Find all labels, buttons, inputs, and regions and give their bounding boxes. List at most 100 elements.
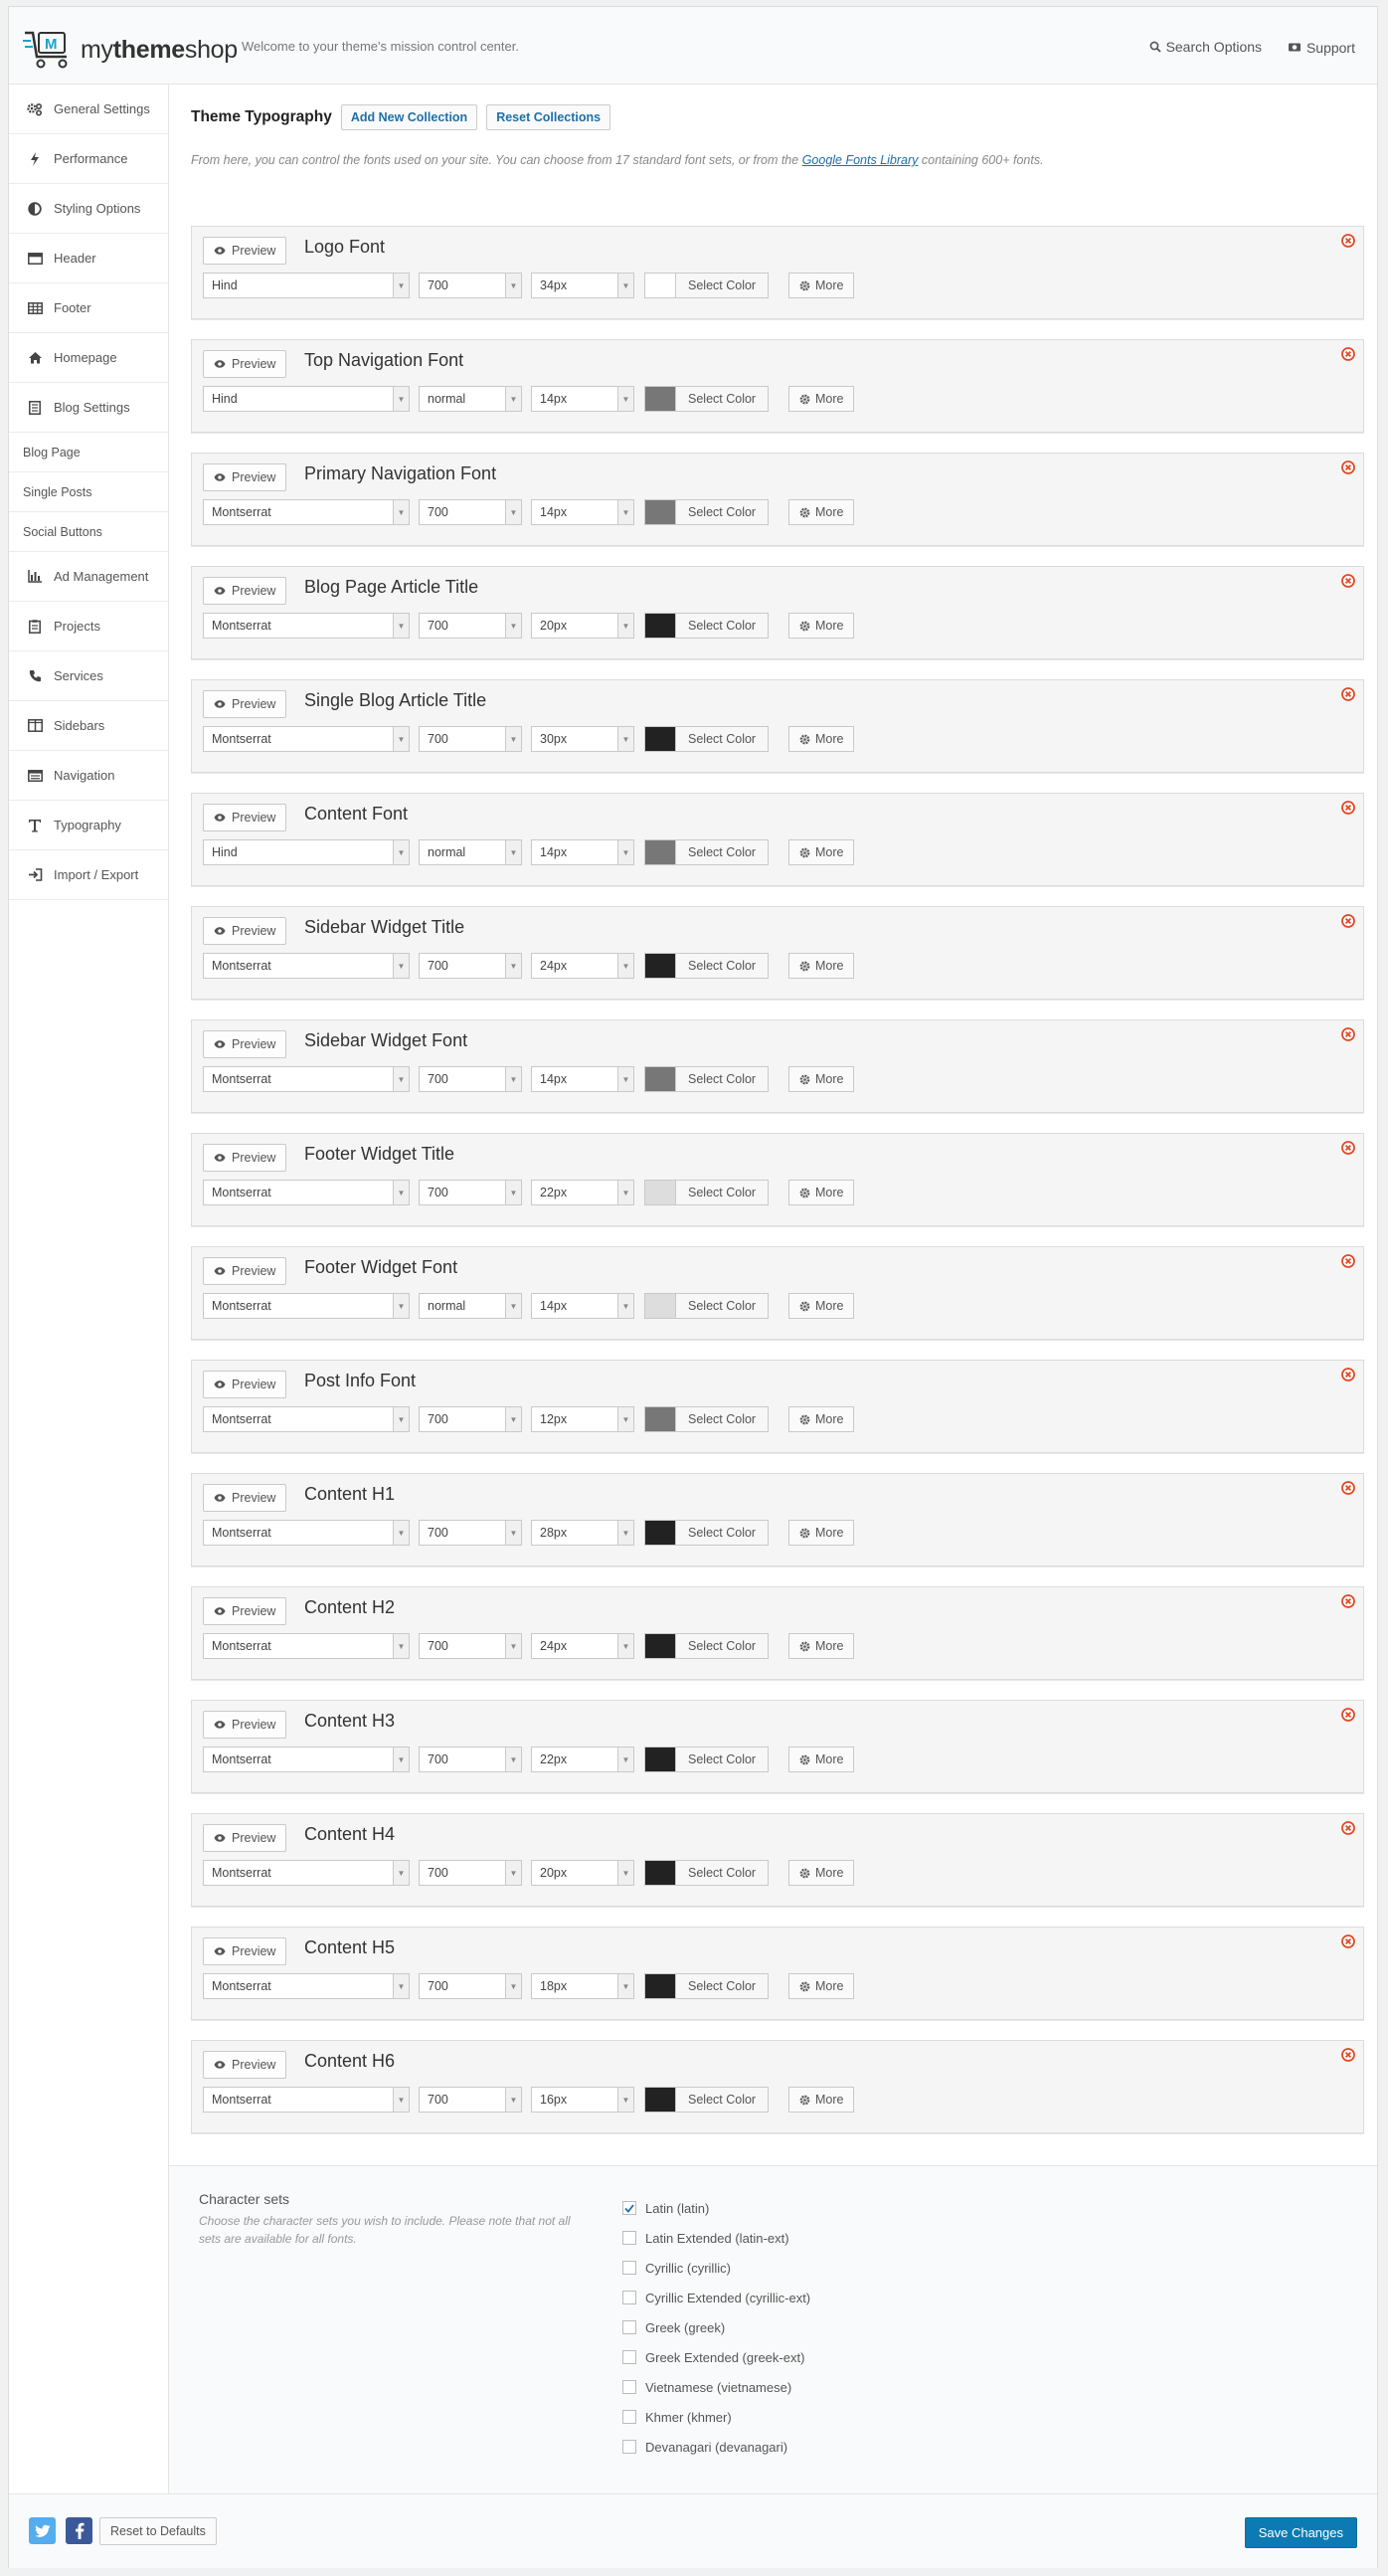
font-size-select[interactable]: 24px ▼	[531, 953, 634, 979]
font-family-select[interactable]: Hind ▼	[203, 839, 410, 865]
preview-button[interactable]: Preview	[203, 237, 287, 265]
color-swatch[interactable]	[645, 500, 676, 524]
brand-logo[interactable]: M mythemeshop	[23, 27, 238, 71]
preview-button[interactable]: Preview	[203, 1937, 287, 1965]
font-weight-select[interactable]: 700 ▼	[419, 499, 522, 525]
font-family-select[interactable]: Montserrat ▼	[203, 953, 410, 979]
sidebar-item-single-posts[interactable]: Single Posts	[9, 472, 168, 512]
font-size-select[interactable]: 20px ▼	[531, 1860, 634, 1886]
color-picker[interactable]: Select Color	[644, 2087, 770, 2113]
font-family-select[interactable]: Montserrat ▼	[203, 1406, 410, 1432]
font-weight-select[interactable]: 700 ▼	[419, 2087, 522, 2113]
font-weight-select[interactable]: normal ▼	[419, 386, 522, 412]
checkbox[interactable]	[622, 2380, 636, 2394]
color-swatch[interactable]	[645, 274, 676, 297]
remove-icon[interactable]	[1341, 347, 1355, 361]
color-picker[interactable]: Select Color	[644, 1747, 770, 1772]
font-family-select[interactable]: Hind ▼	[203, 386, 410, 412]
font-family-select[interactable]: Montserrat ▼	[203, 1747, 410, 1772]
sidebar-item-social-buttons[interactable]: Social Buttons	[9, 512, 168, 552]
checkbox[interactable]	[622, 2231, 636, 2245]
color-swatch[interactable]	[645, 1294, 676, 1318]
preview-button[interactable]: Preview	[203, 1371, 287, 1398]
remove-icon[interactable]	[1341, 1708, 1355, 1722]
sidebar-item-header[interactable]: Header	[9, 234, 168, 283]
google-fonts-link[interactable]: Google Fonts Library	[802, 153, 919, 167]
more-button[interactable]: More	[788, 1066, 855, 1092]
sidebar-item-performance[interactable]: Performance	[9, 134, 168, 184]
color-swatch[interactable]	[645, 1748, 676, 1771]
reset-to-defaults-button[interactable]: Reset to Defaults	[99, 2517, 217, 2545]
sidebar-item-homepage[interactable]: Homepage	[9, 333, 168, 383]
preview-button[interactable]: Preview	[203, 2051, 287, 2079]
more-button[interactable]: More	[788, 2087, 855, 2113]
font-family-select[interactable]: Montserrat ▼	[203, 613, 410, 639]
search-options-link[interactable]: Search Options	[1149, 39, 1262, 55]
font-family-select[interactable]: Montserrat ▼	[203, 499, 410, 525]
font-weight-select[interactable]: 700 ▼	[419, 1860, 522, 1886]
checkbox[interactable]	[622, 2440, 636, 2454]
more-button[interactable]: More	[788, 273, 855, 298]
preview-button[interactable]: Preview	[203, 350, 287, 378]
twitter-icon[interactable]	[29, 2517, 56, 2544]
font-size-select[interactable]: 22px ▼	[531, 1180, 634, 1205]
font-weight-select[interactable]: normal ▼	[419, 839, 522, 865]
color-picker[interactable]: Select Color	[644, 1633, 770, 1659]
font-weight-select[interactable]: 700 ▼	[419, 726, 522, 752]
remove-icon[interactable]	[1341, 1481, 1355, 1495]
remove-icon[interactable]	[1341, 460, 1355, 474]
sidebar-item-services[interactable]: Services	[9, 651, 168, 701]
color-swatch[interactable]	[645, 1407, 676, 1431]
font-size-select[interactable]: 28px ▼	[531, 1520, 634, 1546]
more-button[interactable]: More	[788, 499, 855, 525]
font-weight-select[interactable]: 700 ▼	[419, 1633, 522, 1659]
more-button[interactable]: More	[788, 613, 855, 639]
font-weight-select[interactable]: normal ▼	[419, 1293, 522, 1319]
font-size-select[interactable]: 30px ▼	[531, 726, 634, 752]
font-size-select[interactable]: 20px ▼	[531, 613, 634, 639]
preview-button[interactable]: Preview	[203, 1144, 287, 1172]
color-swatch[interactable]	[645, 1067, 676, 1091]
charset-option[interactable]: Cyrillic (cyrillic)	[622, 2253, 810, 2283]
font-weight-select[interactable]: 700 ▼	[419, 1406, 522, 1432]
font-weight-select[interactable]: 700 ▼	[419, 273, 522, 298]
more-button[interactable]: More	[788, 1406, 855, 1432]
font-size-select[interactable]: 14px ▼	[531, 499, 634, 525]
color-picker[interactable]: Select Color	[644, 1293, 770, 1319]
color-picker[interactable]: Select Color	[644, 386, 770, 412]
remove-icon[interactable]	[1341, 1141, 1355, 1155]
save-changes-button[interactable]: Save Changes	[1244, 2517, 1357, 2548]
more-button[interactable]: More	[788, 1633, 855, 1659]
checkbox[interactable]	[622, 2261, 636, 2275]
color-swatch[interactable]	[645, 1861, 676, 1885]
sidebar-item-typography[interactable]: Typography	[9, 801, 168, 850]
font-family-select[interactable]: Montserrat ▼	[203, 1066, 410, 1092]
color-swatch[interactable]	[645, 614, 676, 638]
color-picker[interactable]: Select Color	[644, 839, 770, 865]
charset-option[interactable]: Vietnamese (vietnamese)	[622, 2372, 810, 2402]
more-button[interactable]: More	[788, 953, 855, 979]
charset-option[interactable]: Greek Extended (greek-ext)	[622, 2342, 810, 2372]
color-swatch[interactable]	[645, 1181, 676, 1204]
more-button[interactable]: More	[788, 386, 855, 412]
remove-icon[interactable]	[1341, 1594, 1355, 1608]
color-swatch[interactable]	[645, 1521, 676, 1545]
color-picker[interactable]: Select Color	[644, 613, 770, 639]
font-size-select[interactable]: 12px ▼	[531, 1406, 634, 1432]
sidebar-item-navigation[interactable]: Navigation	[9, 751, 168, 801]
sidebar-item-styling-options[interactable]: Styling Options	[9, 184, 168, 234]
font-size-select[interactable]: 18px ▼	[531, 1973, 634, 1999]
font-family-select[interactable]: Montserrat ▼	[203, 1293, 410, 1319]
sidebar-item-footer[interactable]: Footer	[9, 283, 168, 333]
color-picker[interactable]: Select Color	[644, 1520, 770, 1546]
remove-icon[interactable]	[1341, 687, 1355, 701]
more-button[interactable]: More	[788, 726, 855, 752]
font-family-select[interactable]: Montserrat ▼	[203, 1973, 410, 1999]
color-picker[interactable]: Select Color	[644, 953, 770, 979]
font-family-select[interactable]: Hind ▼	[203, 273, 410, 298]
remove-icon[interactable]	[1341, 801, 1355, 815]
reset-collections-button[interactable]: Reset Collections	[486, 104, 611, 130]
color-picker[interactable]: Select Color	[644, 1973, 770, 1999]
support-link[interactable]: Support	[1288, 40, 1355, 56]
color-picker[interactable]: Select Color	[644, 273, 770, 298]
